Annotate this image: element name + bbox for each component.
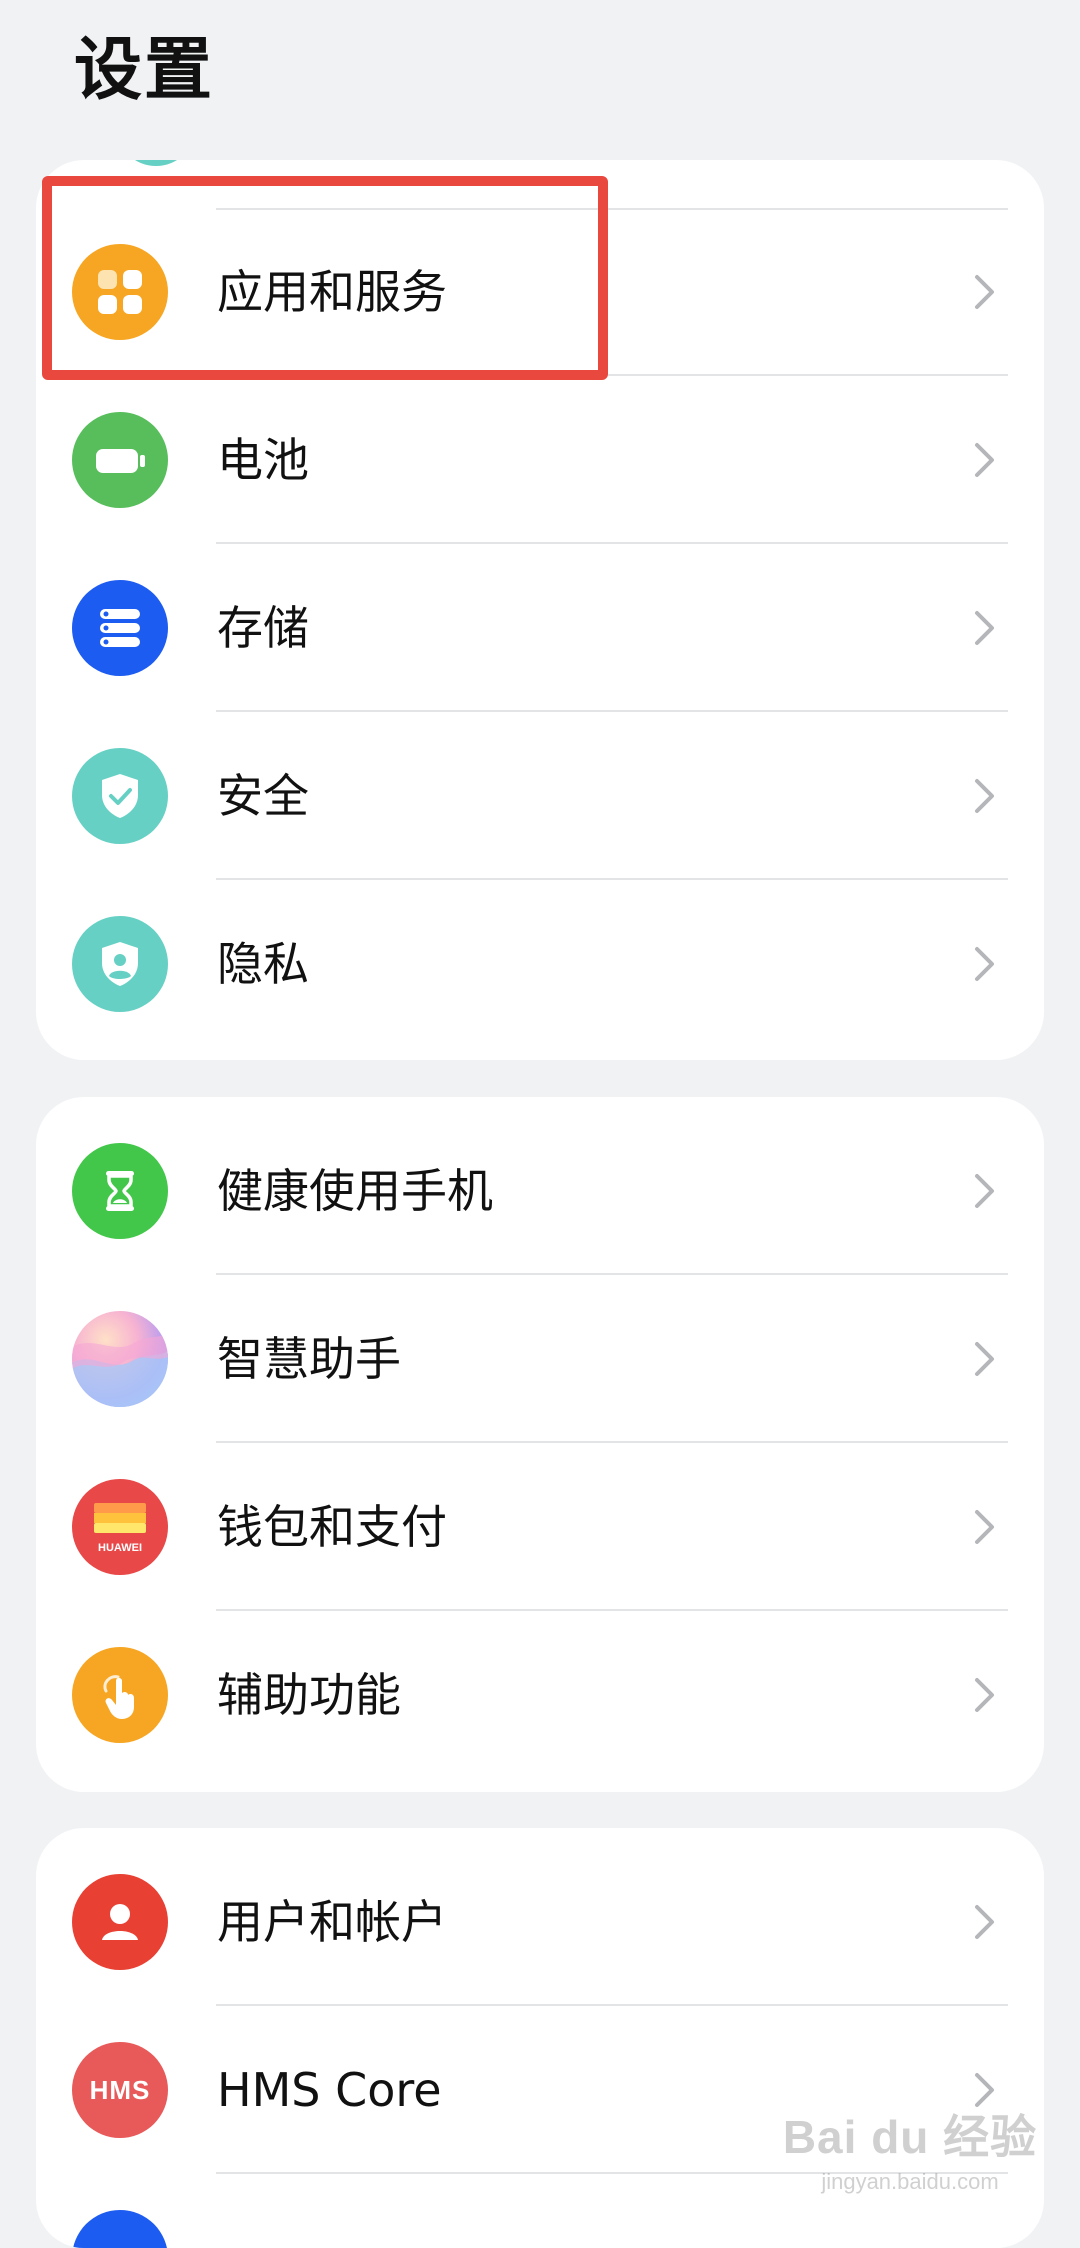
watermark-logo: Bai du 经验 [782, 2111, 1038, 2163]
settings-item-label: 隐私 [217, 937, 309, 991]
apps-icon [72, 244, 168, 340]
settings-item-privacy[interactable]: 隐私 [36, 880, 1044, 1048]
partial-icon [72, 2210, 168, 2248]
settings-item-wallet-payment[interactable]: HUAWEI 钱包和支付 [36, 1443, 1044, 1611]
settings-item-label: 安全 [217, 769, 309, 823]
settings-item-security[interactable]: 安全 [36, 712, 1044, 880]
settings-item-storage[interactable]: 存储 [36, 544, 1044, 712]
assistant-icon [72, 1311, 168, 1407]
settings-item-battery[interactable]: 电池 [36, 376, 1044, 544]
settings-item-users-accounts[interactable]: 用户和帐户 [36, 1838, 1044, 2006]
partial-icon-top [116, 160, 196, 166]
security-shield-icon [72, 748, 168, 844]
settings-item-label: 健康使用手机 [217, 1164, 493, 1218]
page-title: 设置 [74, 31, 215, 110]
hms-icon-text: HMS [89, 2074, 151, 2105]
chevron-right-icon [975, 1678, 994, 1712]
settings-item-accessibility[interactable]: 辅助功能 [36, 1611, 1044, 1779]
settings-item-label: 存储 [217, 601, 309, 655]
chevron-right-icon [975, 611, 994, 645]
settings-item-label: 应用和服务 [217, 265, 447, 319]
chevron-right-icon [975, 443, 994, 477]
battery-icon [72, 412, 168, 508]
settings-group-1: 应用和服务 电池 存储 安全 隐私 [36, 160, 1044, 1060]
hms-icon: HMS [72, 2042, 168, 2138]
settings-item-digital-balance[interactable]: 健康使用手机 [36, 1107, 1044, 1275]
storage-icon [72, 580, 168, 676]
settings-item-label: 用户和帐户 [217, 1895, 447, 1949]
settings-item-label: 电池 [217, 433, 309, 487]
settings-item-label: 智慧助手 [217, 1332, 401, 1386]
watermark: Bai du 经验 jingyan.baidu.com [780, 2101, 1040, 2195]
chevron-right-icon [975, 1510, 994, 1544]
watermark-url: jingyan.baidu.com [821, 2169, 999, 2194]
settings-item-smart-assistant[interactable]: 智慧助手 [36, 1275, 1044, 1443]
accessibility-hand-icon [72, 1647, 168, 1743]
chevron-right-icon [975, 1342, 994, 1376]
chevron-right-icon [975, 779, 994, 813]
chevron-right-icon [975, 947, 994, 981]
chevron-right-icon [975, 275, 994, 309]
chevron-right-icon [975, 1905, 994, 1939]
settings-item-label: 钱包和支付 [217, 1500, 447, 1554]
settings-item-label: 辅助功能 [217, 1668, 401, 1722]
wallet-icon: HUAWEI [72, 1479, 168, 1575]
settings-item-label: HMS Core [217, 2063, 442, 2117]
hourglass-icon [72, 1143, 168, 1239]
wallet-brand-text: HUAWEI [98, 1541, 142, 1554]
settings-item-apps-services[interactable]: 应用和服务 [36, 208, 1044, 376]
chevron-right-icon [975, 1174, 994, 1208]
user-icon [72, 1874, 168, 1970]
settings-group-2: 健康使用手机 智慧助手 HUAWEI 钱包和支付 辅助功能 [36, 1097, 1044, 1792]
privacy-shield-icon [72, 916, 168, 1012]
